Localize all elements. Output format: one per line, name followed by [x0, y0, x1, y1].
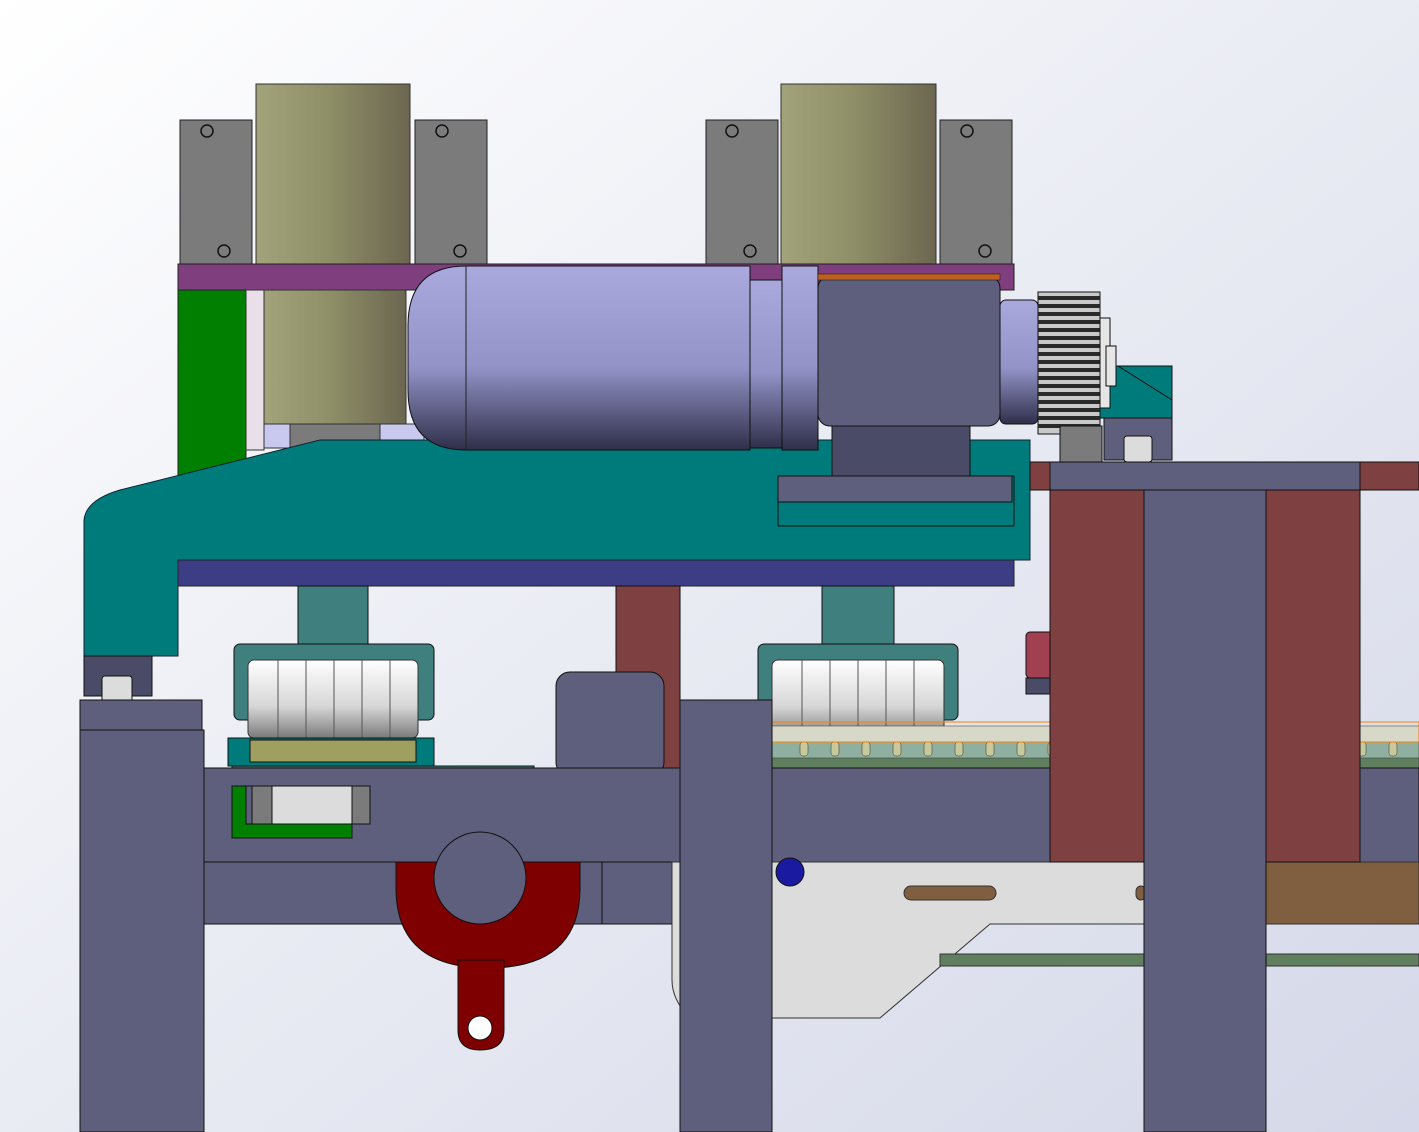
gear-tooth: [1038, 360, 1100, 364]
gear-tooth: [1038, 376, 1100, 380]
gear-boss: [1105, 345, 1117, 387]
gearbox-top-strip: [817, 273, 1001, 281]
bearing-block-right-a: [705, 119, 779, 267]
motor-flange: [781, 265, 819, 451]
guide-insert-left: [249, 739, 417, 763]
belt-pin: [954, 741, 964, 757]
cad-viewport[interactable]: [0, 0, 1419, 1132]
maroon-column-a: [1049, 489, 1145, 863]
drum-roll-left: [255, 83, 411, 267]
frame-leg-middle: [679, 699, 773, 1132]
bearing-block-left-b: [414, 119, 488, 267]
gear-tooth: [1038, 304, 1100, 308]
gear-tooth: [1038, 328, 1100, 332]
roller-stem-left: [297, 585, 369, 645]
output-shaft: [999, 299, 1039, 425]
drum-lower-left: [263, 289, 407, 441]
bearing-block-left-a: [179, 119, 253, 267]
belt-pin: [1388, 741, 1398, 757]
grey-side-tab: [1025, 677, 1053, 695]
drum-roll-right: [780, 83, 937, 267]
gear-tooth: [1038, 320, 1100, 324]
gear-tooth: [1038, 400, 1100, 404]
gear-tooth: [1038, 344, 1100, 348]
clamp-bore: [433, 831, 527, 925]
green-side-plate: [177, 289, 247, 481]
roller-left: [247, 659, 419, 739]
frame-leg-left-inner: [79, 729, 205, 1132]
gearbox-housing: [817, 275, 1001, 427]
grey-housing: [555, 671, 665, 777]
gear-mount-block: [1059, 425, 1103, 465]
belt-pin: [799, 741, 809, 757]
gear-tooth: [1038, 392, 1100, 396]
gear-tooth: [1038, 296, 1100, 300]
belt-pin: [985, 741, 995, 757]
grey-bearing-end: [251, 785, 273, 825]
belt-pin: [892, 741, 902, 757]
maroon-column-b: [1265, 489, 1361, 863]
white-shaft: [245, 289, 265, 451]
gear-tooth: [1038, 384, 1100, 388]
left-foot-cap: [101, 675, 133, 703]
frame-right-crossbar: [1049, 461, 1361, 493]
navy-strip: [177, 559, 1015, 587]
gear-tooth: [1038, 352, 1100, 356]
slot-left: [903, 885, 997, 901]
gear-tooth: [1038, 336, 1100, 340]
gear-tooth: [1038, 416, 1100, 420]
gear-mount-cap: [1123, 435, 1153, 463]
frame-leg-right: [1143, 489, 1267, 1132]
motor-collar: [749, 279, 783, 449]
blue-knob-icon: [775, 857, 805, 887]
cad-model-view[interactable]: [0, 0, 1419, 1132]
gear-tooth: [1038, 408, 1100, 412]
belt-pin: [923, 741, 933, 757]
gearbox-foot: [831, 425, 971, 477]
motor-can: [407, 265, 751, 451]
gearbox-base-top: [777, 475, 1013, 503]
clamp-hole-icon: [467, 1015, 493, 1041]
gear-tooth: [1038, 312, 1100, 316]
belt-pin: [1016, 741, 1026, 757]
roller-stem-right: [821, 585, 895, 645]
brown-plate: [1265, 861, 1419, 925]
bearing-block-right-b: [939, 119, 1013, 267]
gear-tooth: [1038, 368, 1100, 372]
grey-bearing-end: [351, 785, 371, 825]
gear-teeth: [1038, 296, 1100, 428]
belt-pin: [861, 741, 871, 757]
belt-pin: [830, 741, 840, 757]
